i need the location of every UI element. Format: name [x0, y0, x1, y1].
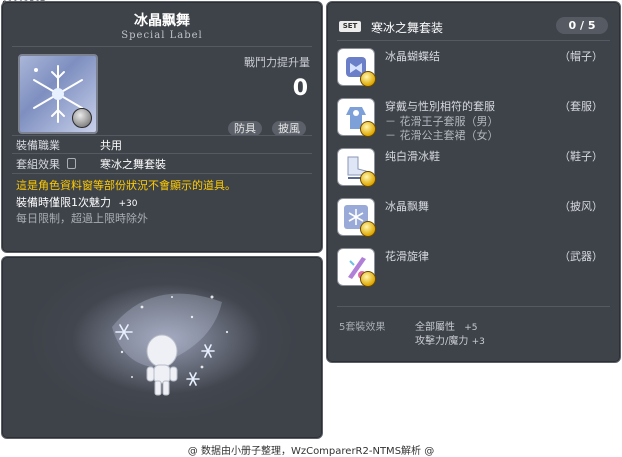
set-label: 套組效果	[16, 158, 60, 171]
set-item-category: （披风）	[559, 200, 603, 213]
divider	[12, 135, 312, 136]
limit-label: 裝備時僅限1次魅力	[16, 196, 111, 209]
set-item-name: 穿戴与性別相符的套服	[385, 100, 495, 113]
tag-armor: 防具	[228, 121, 262, 136]
set-item[interactable]: 冰晶蝴蝶结 （帽子）	[337, 48, 609, 88]
limit-note: 每日限制，超過上限時除外	[16, 212, 148, 225]
set-item-category: （武器）	[559, 250, 603, 263]
power-label: 戰鬥力提升量	[244, 56, 310, 69]
lock-icon	[66, 158, 76, 169]
desc-highlight: 這是角色資料窗等部份狀況不會顯示的道具。	[16, 179, 236, 192]
divider	[12, 173, 312, 174]
set-item[interactable]: 纯白滑冰鞋 （鞋子）	[337, 148, 609, 188]
divider	[12, 153, 312, 154]
cash-coin-icon	[360, 171, 376, 187]
tag-cape: 披風	[272, 121, 306, 136]
cash-coin-icon	[360, 221, 376, 237]
footer-credit: @ 数据由小册子整理，WzComparerR2-NTMS解析 @	[187, 446, 435, 457]
set-item-category: （帽子）	[559, 50, 603, 63]
set-effect-label: 5套裝效果	[339, 322, 386, 333]
set-effect-line1: 全部屬性 +5	[415, 318, 477, 333]
character-preview	[1, 256, 323, 439]
ribbon-icon	[337, 48, 376, 87]
cash-coin-icon	[360, 271, 376, 287]
set-count: 0 / 5	[556, 17, 608, 34]
set-name: 寒冰之舞套装	[371, 21, 444, 35]
divider	[337, 40, 610, 41]
set-item[interactable]: 穿戴与性別相符的套服 （套服） － 花滑王子套服（男） － 花滑公主套裙（女）	[337, 98, 609, 150]
cape-icon	[337, 198, 376, 237]
power-value: 0	[292, 76, 308, 101]
cash-coin-icon	[360, 121, 376, 137]
limit-value: +30	[118, 199, 138, 209]
weapon-icon	[337, 248, 376, 287]
divider	[337, 306, 610, 307]
limit-row: 裝備時僅限1次魅力 +30	[16, 194, 138, 210]
set-value: 寒冰之舞套裝	[100, 158, 166, 171]
cash-coin-icon	[72, 108, 92, 128]
item-title: 冰晶飘舞	[134, 13, 190, 29]
item-label: Special Label	[121, 30, 203, 41]
item-icon	[18, 54, 98, 134]
set-item-sub: － 花滑公主套裙（女）	[385, 129, 499, 142]
divider	[12, 46, 312, 47]
suit-icon	[337, 98, 376, 137]
set-row: 套組效果 寒冰之舞套裝	[16, 156, 166, 172]
set-item-category: （套服）	[559, 100, 603, 113]
set-item-name: 纯白滑冰鞋	[385, 150, 440, 163]
set-item[interactable]: 冰晶飘舞 （披风）	[337, 198, 609, 238]
preview-illustration	[72, 284, 262, 396]
set-effect-line2: 攻擊力/魔力 +3	[415, 332, 485, 347]
set-item[interactable]: 花滑旋律 （武器）	[337, 248, 609, 288]
item-info-panel: 冰晶飘舞 Special Label 戰鬥力提升量 0 防具 披風 裝備職業 共…	[1, 1, 323, 253]
skate-icon	[337, 148, 376, 187]
cash-coin-icon	[360, 71, 376, 87]
set-item-name: 冰晶飘舞	[385, 200, 429, 213]
set-item-name: 花滑旋律	[385, 250, 429, 263]
job-label: 裝備職業	[16, 139, 60, 152]
job-row: 裝備職業 共用	[16, 137, 122, 153]
set-badge: SET	[339, 21, 361, 32]
job-value: 共用	[100, 139, 122, 152]
set-effect-value: +3	[471, 337, 485, 347]
set-item-name: 冰晶蝴蝶结	[385, 50, 440, 63]
set-effect-stat: 攻擊力/魔力	[415, 336, 469, 347]
set-panel: SET 寒冰之舞套装 0 / 5 冰晶蝴蝶结 （帽子） 穿戴与性別相符的套服 （…	[326, 1, 621, 363]
set-item-category: （鞋子）	[559, 150, 603, 163]
